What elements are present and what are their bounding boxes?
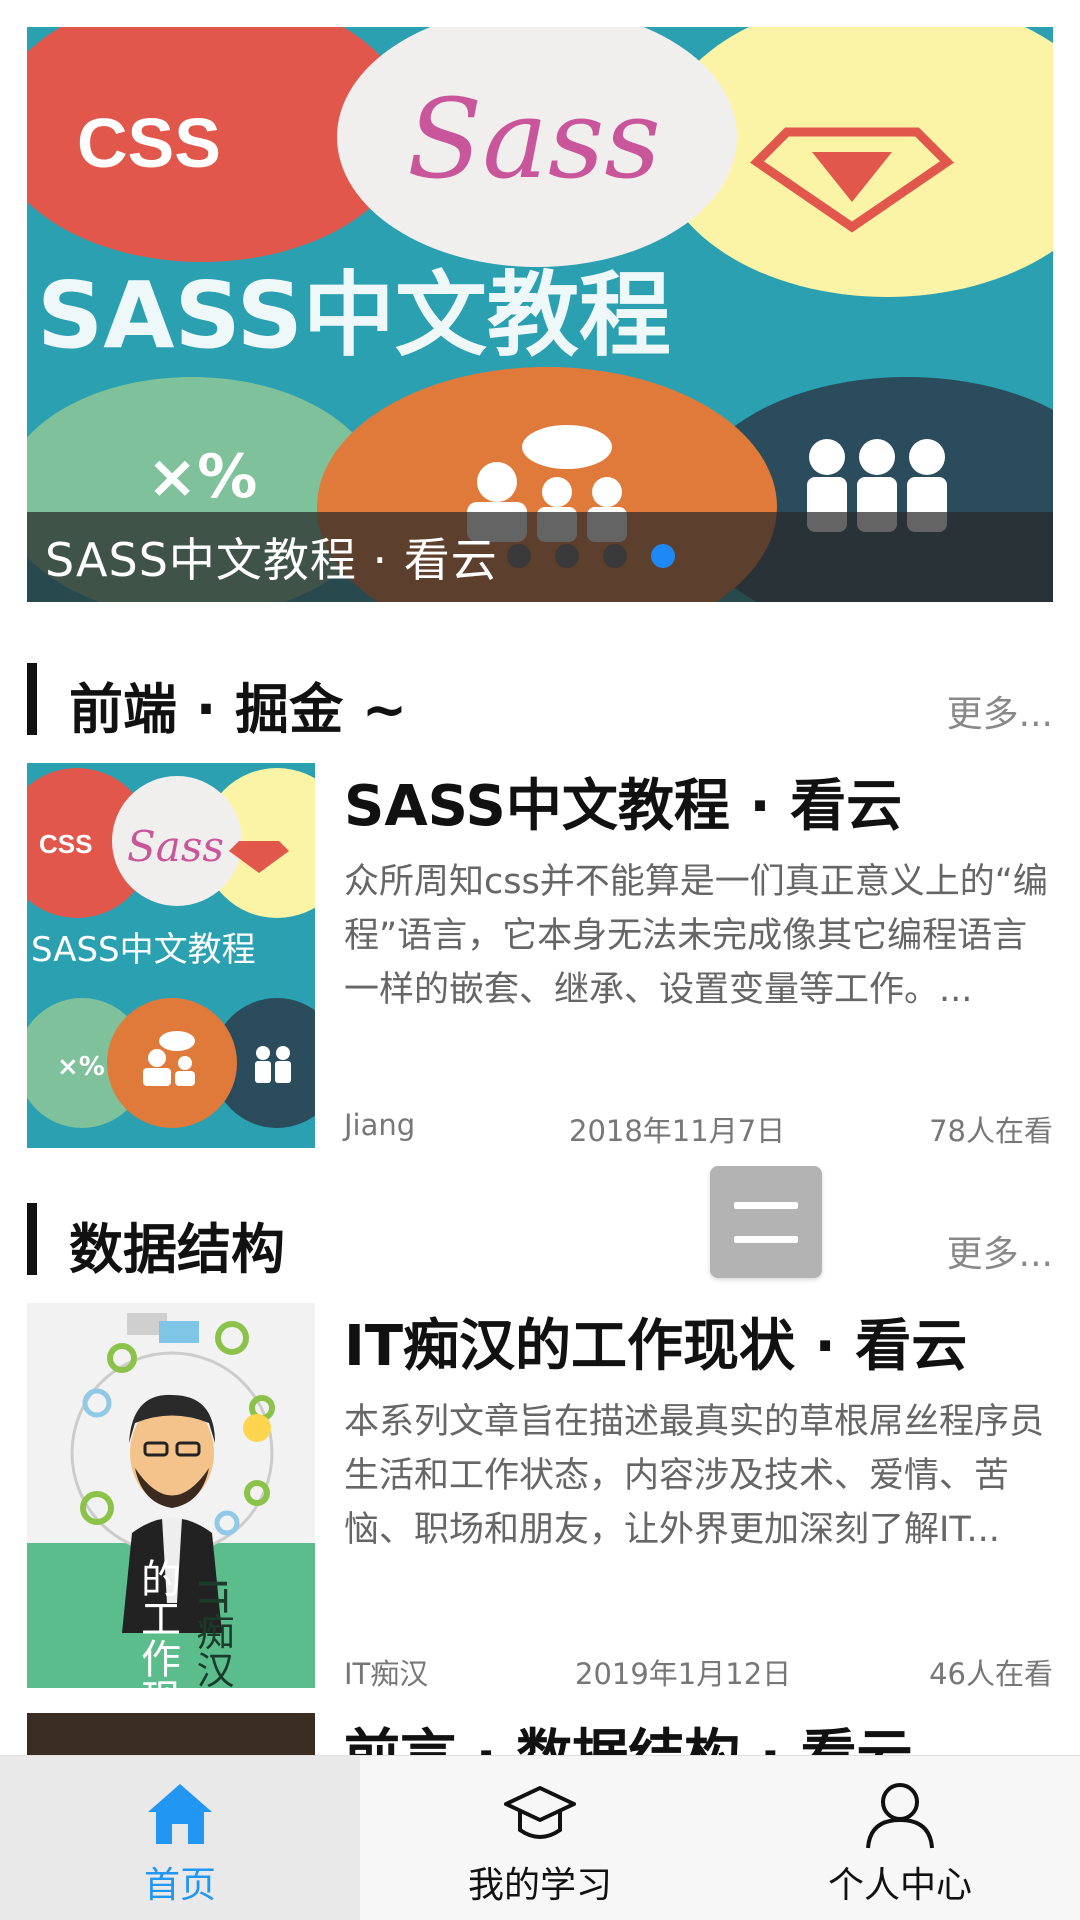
course-views: 78人在看 bbox=[929, 1114, 1053, 1148]
carousel-dots bbox=[507, 544, 675, 568]
svg-text:×%: ×% bbox=[57, 1052, 105, 1082]
nav-label: 我的学习 bbox=[467, 1865, 612, 1906]
nav-item-profile[interactable]: 个人中心 bbox=[720, 1756, 1080, 1920]
more-link[interactable]: 更多... bbox=[947, 685, 1053, 737]
carousel-dot[interactable] bbox=[507, 544, 531, 568]
bottom-navigation: 首页 我的学习 个人中心 bbox=[0, 1755, 1080, 1920]
svg-text:IT痴汉: IT痴汉 bbox=[190, 1578, 234, 1688]
carousel-dot[interactable] bbox=[603, 544, 627, 568]
menu-line bbox=[734, 1202, 798, 1209]
course-card[interactable]: 前言 · 数据结构 · 看云 bbox=[27, 1713, 1053, 1755]
user-icon bbox=[866, 1783, 934, 1849]
banner-caption-text: SASS中文教程 · 看云 bbox=[45, 533, 498, 587]
section-bar bbox=[27, 1203, 37, 1275]
course-views: 46人在看 bbox=[929, 1657, 1053, 1691]
carousel-dot-active[interactable] bbox=[651, 544, 675, 568]
course-author: IT痴汉 bbox=[344, 1657, 429, 1691]
svg-text:SASS中文教程: SASS中文教程 bbox=[37, 262, 671, 369]
section-header-data-structures: 数据结构 更多... bbox=[27, 1203, 1053, 1281]
course-date: 2019年1月12日 bbox=[575, 1657, 792, 1691]
svg-text:Sass: Sass bbox=[127, 822, 224, 871]
carousel-dot[interactable] bbox=[555, 544, 579, 568]
svg-text:Sass: Sass bbox=[407, 75, 661, 203]
course-meta: Jiang 2018年11月7日 78人在看 bbox=[344, 1108, 1053, 1148]
course-thumbnail[interactable]: CSS Sass SASS中文教程 ×% bbox=[27, 763, 315, 1148]
course-date: 2018年11月7日 bbox=[569, 1114, 786, 1148]
menu-line bbox=[734, 1236, 798, 1243]
course-title[interactable]: SASS中文教程 · 看云 bbox=[344, 761, 902, 842]
course-card[interactable]: IT痴汉 的工作现状 IT痴汉的工作现状 · 看云 本系列文章旨在描述最真实的草… bbox=[27, 1301, 1053, 1691]
course-meta: IT痴汉 2019年1月12日 46人在看 bbox=[344, 1651, 1053, 1691]
course-thumbnail[interactable] bbox=[27, 1713, 315, 1755]
svg-text:的工作现状: 的工作现状 bbox=[134, 1558, 180, 1688]
section-header-frontend: 前端 · 掘金 ~ 更多... bbox=[27, 663, 1053, 741]
svg-text:×%: ×% bbox=[147, 442, 257, 512]
course-card[interactable]: CSS Sass SASS中文教程 ×% SASS中文教程 · 看云 众所周知c… bbox=[27, 763, 1053, 1148]
floating-menu-button[interactable] bbox=[710, 1166, 822, 1278]
course-thumbnail[interactable]: IT痴汉 的工作现状 bbox=[27, 1303, 315, 1688]
svg-text:SASS中文教程: SASS中文教程 bbox=[31, 930, 256, 970]
svg-text:CSS: CSS bbox=[77, 104, 221, 182]
nav-item-home[interactable]: 首页 bbox=[0, 1756, 360, 1920]
graduation-cap-icon bbox=[504, 1786, 576, 1839]
section-title: 前端 · 掘金 ~ bbox=[69, 678, 408, 741]
home-icon bbox=[148, 1784, 212, 1844]
course-author: Jiang bbox=[344, 1108, 416, 1142]
banner-carousel[interactable]: CSS Sass SASS中文教程 ×% SASS中文教程 · 看云 bbox=[27, 27, 1053, 602]
nav-label: 首页 bbox=[143, 1865, 216, 1906]
section-bar bbox=[27, 663, 37, 735]
course-title[interactable]: IT痴汉的工作现状 · 看云 bbox=[344, 1301, 967, 1382]
nav-label: 个人中心 bbox=[827, 1865, 972, 1906]
more-link[interactable]: 更多... bbox=[947, 1225, 1053, 1277]
banner-caption: SASS中文教程 · 看云 bbox=[27, 512, 1053, 602]
section-title: 数据结构 bbox=[69, 1218, 285, 1281]
course-title[interactable]: 前言 · 数据结构 · 看云 bbox=[344, 1713, 913, 1755]
nav-item-my-learning[interactable]: 我的学习 bbox=[360, 1756, 720, 1920]
course-description: 众所周知css并不能算是一们真正意义上的“编程”语言，它本身无法未完成像其它编程… bbox=[344, 862, 1048, 1010]
svg-text:CSS: CSS bbox=[39, 829, 92, 859]
course-description: 本系列文章旨在描述最真实的草根屌丝程序员生活和工作状态，内容涉及技术、爱情、苦恼… bbox=[344, 1402, 1045, 1550]
